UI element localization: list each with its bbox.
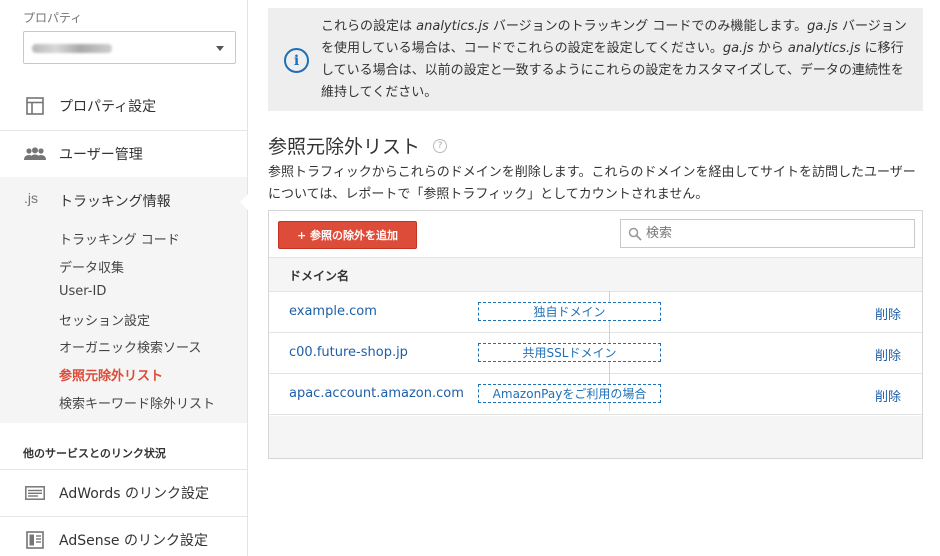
sidebar-item-session-settings[interactable]: セッション設定 xyxy=(59,310,150,329)
nav-item-adsense-linking[interactable]: AdSense のリンク設定 xyxy=(0,516,247,556)
table-toolbar: + 参照の除外を追加 xyxy=(269,211,922,257)
search-field[interactable] xyxy=(620,219,915,248)
nav-label: AdSense のリンク設定 xyxy=(59,532,208,549)
nav-item-user-management[interactable]: ユーザー管理 xyxy=(0,130,247,177)
domain-link[interactable]: c00.future-shop.jp xyxy=(289,345,408,360)
annotation-tag: AmazonPayをご利用の場合 xyxy=(478,384,661,403)
info-icon: i xyxy=(284,48,309,73)
property-label: プロパティ xyxy=(23,11,83,25)
js-icon: .js xyxy=(24,190,38,206)
sidebar-item-user-id[interactable]: User-ID xyxy=(59,284,106,299)
sidebar-item-referral-exclusion[interactable]: 参照元除外リスト xyxy=(59,365,163,384)
linked-services-header: 他のサービスとのリンク状況 xyxy=(23,447,166,460)
nav-label: AdWords のリンク設定 xyxy=(59,485,209,502)
info-banner: i これらの設定は analytics.js バージョンのトラッキング コードで… xyxy=(268,8,923,111)
adwords-icon xyxy=(24,482,46,504)
page-description: 参照トラフィックからこれらのドメインを削除します。これらのドメインを経由してサイ… xyxy=(268,165,916,202)
sidebar-item-organic-search-sources[interactable]: オーガニック検索ソース xyxy=(59,337,201,356)
nav-item-adwords-linking[interactable]: AdWords のリンク設定 xyxy=(0,469,247,516)
users-icon xyxy=(24,143,46,165)
sidebar-item-data-collection[interactable]: データ収集 xyxy=(59,257,124,276)
help-icon[interactable]: ? xyxy=(433,139,447,153)
sidebar-item-search-term-exclusion[interactable]: 検索キーワード除外リスト xyxy=(59,393,215,412)
info-message: これらの設定は analytics.js バージョンのトラッキング コードでのみ… xyxy=(321,19,907,100)
nav-item-tracking-info: .js トラッキング情報 トラッキング コード データ収集 User-ID セッ… xyxy=(0,177,248,423)
domain-link[interactable]: apac.account.amazon.com xyxy=(289,386,464,401)
nav-label: プロパティ設定 xyxy=(59,98,157,115)
add-referral-exclusion-button[interactable]: + 参照の除外を追加 xyxy=(278,221,417,249)
nav-item-property-settings[interactable]: プロパティ設定 xyxy=(0,82,247,129)
search-input[interactable] xyxy=(646,223,906,244)
delete-link[interactable]: 削除 xyxy=(875,386,901,405)
column-header-domain[interactable]: ドメイン名 xyxy=(289,267,349,284)
sidebar-item-tracking-code[interactable]: トラッキング コード xyxy=(59,229,180,248)
referral-exclusion-table: + 参照の除外を追加 ドメイン名 example.com 削除 c00.futu… xyxy=(268,210,923,459)
active-section-notch xyxy=(240,194,248,210)
page-title: 参照元除外リスト xyxy=(268,136,421,158)
table-header: ドメイン名 xyxy=(269,257,922,292)
annotation-tag: 共用SSLドメイン xyxy=(478,343,661,362)
property-name-redacted xyxy=(32,44,112,53)
chevron-down-icon xyxy=(216,46,224,51)
delete-link[interactable]: 削除 xyxy=(875,345,901,364)
property-select[interactable] xyxy=(23,31,236,64)
property-settings-icon xyxy=(24,95,46,117)
tracking-info-label[interactable]: トラッキング情報 xyxy=(59,191,171,211)
adsense-icon xyxy=(24,529,46,551)
nav-label: ユーザー管理 xyxy=(59,146,143,163)
table-footer xyxy=(269,416,922,458)
domain-link[interactable]: example.com xyxy=(289,304,377,319)
sidebar: プロパティ プロパティ設定 ユーザー管理 .js トラッキング情報 トラッキング… xyxy=(0,0,248,556)
annotation-tag: 独自ドメイン xyxy=(478,302,661,321)
delete-link[interactable]: 削除 xyxy=(875,304,901,323)
search-icon xyxy=(628,227,642,241)
